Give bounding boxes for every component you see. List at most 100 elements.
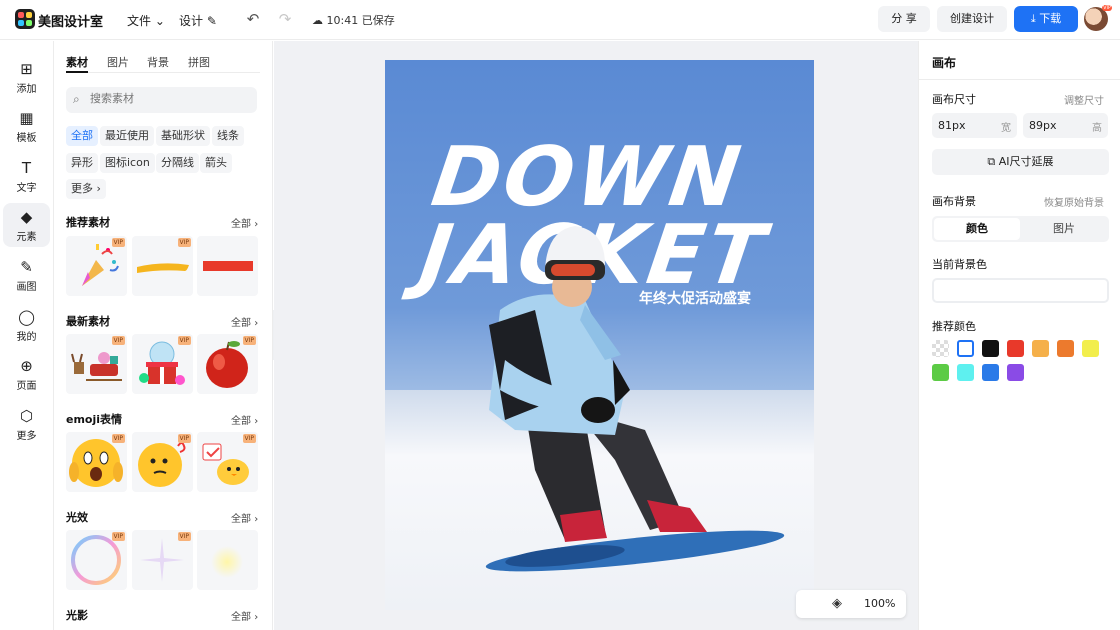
layers-icon[interactable]: ◈ xyxy=(832,596,842,611)
ai-resize-button[interactable]: ⧉ AI尺寸延展 xyxy=(932,149,1109,175)
rail-label: 更多 xyxy=(16,431,37,442)
tab-divider xyxy=(66,72,260,73)
rail-label: 我的 xyxy=(16,332,37,343)
app-brand[interactable]: 美图设计室 xyxy=(38,11,103,30)
undo-icon[interactable]: ↶ xyxy=(244,10,262,28)
zoom-level[interactable]: 100% xyxy=(864,597,895,610)
chip-dividers[interactable]: 分隔线 xyxy=(156,153,199,173)
chip-arrows[interactable]: 箭头 xyxy=(200,153,232,173)
see-all-link[interactable]: 全部 › xyxy=(231,510,258,525)
swatch-orange[interactable] xyxy=(1057,340,1074,357)
asset-thumb-emoji-think[interactable]: VIP xyxy=(132,432,193,492)
swatch-transparent[interactable] xyxy=(932,340,949,357)
chip-recent[interactable]: 最近使用 xyxy=(100,126,154,146)
asset-thumb-red-bar[interactable] xyxy=(197,236,258,296)
current-bg-color-field[interactable] xyxy=(932,278,1109,303)
design-menu[interactable]: 设计 ✎ xyxy=(179,12,217,29)
asset-thumb-glow[interactable] xyxy=(197,530,258,590)
tab-images[interactable]: 图片 xyxy=(107,54,129,70)
save-status-text: 10:41 已保存 xyxy=(326,14,395,27)
asset-thumb-apple[interactable]: VIP xyxy=(197,334,258,394)
search-input[interactable] xyxy=(90,92,240,105)
text-icon: T xyxy=(21,159,32,177)
asset-thumb-confetti[interactable]: VIP xyxy=(66,236,127,296)
swatch-red[interactable] xyxy=(1007,340,1024,357)
see-all-label: 全部 xyxy=(231,416,251,427)
chip-more-label: 更多 xyxy=(71,182,93,195)
see-all-link[interactable]: 全部 › xyxy=(231,608,258,623)
swatch-yellow[interactable] xyxy=(1082,340,1099,357)
see-all-link[interactable]: 全部 › xyxy=(231,215,258,230)
see-all-label: 全部 xyxy=(231,612,251,623)
chip-more[interactable]: 更多 › xyxy=(66,179,106,199)
see-all-link[interactable]: 全部 › xyxy=(231,412,258,427)
user-avatar[interactable]: VIP xyxy=(1084,5,1112,31)
tab-materials[interactable]: 素材 xyxy=(66,54,88,70)
snowboarder-photo[interactable] xyxy=(385,60,814,610)
chip-lines[interactable]: 线条 xyxy=(212,126,244,146)
chip-icons[interactable]: 图标icon xyxy=(100,153,155,173)
adjust-size-link[interactable]: 调整尺寸 xyxy=(1064,92,1104,107)
swatch-blue[interactable] xyxy=(982,364,999,381)
property-panel: 画布 画布尺寸 调整尺寸 81px 宽 89px 高 ⧉ AI尺寸延展 画布背景… xyxy=(918,41,1120,630)
rail-label: 模板 xyxy=(16,133,37,144)
rail-item-more[interactable]: ⬡ 更多 xyxy=(3,402,50,446)
design-menu-label: 设计 xyxy=(179,14,204,28)
chevron-right-icon: › xyxy=(96,182,101,195)
swatch-green[interactable] xyxy=(932,364,949,381)
editor-stage[interactable]: DOWN JACKET 年终大促活动盛宴 xyxy=(274,41,918,630)
rail-label: 添加 xyxy=(16,84,37,95)
file-menu[interactable]: 文件 ⌄ xyxy=(127,12,165,29)
rail-item-text[interactable]: T 文字 xyxy=(3,154,50,198)
edit-icon: ✎ xyxy=(206,14,217,28)
chevron-down-icon: ⌄ xyxy=(154,14,165,28)
swatch-light-orange[interactable] xyxy=(1032,340,1049,357)
seg-image[interactable]: 图片 xyxy=(1021,218,1107,240)
tab-backgrounds[interactable]: 背景 xyxy=(147,54,169,70)
template-icon: ▦ xyxy=(19,109,34,127)
app-logo-icon[interactable] xyxy=(15,9,35,29)
tab-collage[interactable]: 拼图 xyxy=(188,54,210,70)
asset-thumb-emoji-chick[interactable]: VIP xyxy=(197,432,258,492)
height-unit: 高 xyxy=(1092,123,1102,134)
create-design-button[interactable]: 创建设计 xyxy=(937,6,1007,32)
seg-color[interactable]: 颜色 xyxy=(934,218,1020,240)
rail-item-template[interactable]: ▦ 模板 xyxy=(3,104,50,148)
rail-item-add[interactable]: ⊞ 添加 xyxy=(3,55,50,99)
asset-panel: 素材 图片 背景 拼图 ⌕ 全部 最近使用 基础形状 线条 异形 图标icon … xyxy=(55,41,273,630)
see-all-link[interactable]: 全部 › xyxy=(231,314,258,329)
redo-icon[interactable]: ↷ xyxy=(276,10,294,28)
rail-item-draw[interactable]: ✎ 画图 xyxy=(3,253,50,297)
swatch-purple[interactable] xyxy=(1007,364,1024,381)
rail-item-elements[interactable]: ◆ 元素 xyxy=(3,203,50,247)
rail-item-mine[interactable]: ◯ 我的 xyxy=(3,303,50,347)
panel-divider xyxy=(919,79,1120,80)
chevron-right-icon: › xyxy=(254,416,259,427)
width-field[interactable]: 81px 宽 xyxy=(932,113,1017,138)
section-title: 光影 xyxy=(66,609,88,622)
rail-item-pages[interactable]: ⊕ 页面 xyxy=(3,352,50,396)
chip-basic-shapes[interactable]: 基础形状 xyxy=(156,126,210,146)
glow-icon xyxy=(211,546,243,578)
restore-background-link[interactable]: 恢复原始背景 xyxy=(1044,194,1104,209)
asset-search[interactable]: ⌕ xyxy=(66,87,257,113)
zoom-toolbar: ◈ 100% xyxy=(796,590,906,618)
swatch-white[interactable] xyxy=(957,340,974,357)
file-menu-label: 文件 xyxy=(127,14,152,28)
asset-thumb-brush[interactable]: VIP xyxy=(132,236,193,296)
asset-thumb-snowglobe[interactable]: VIP xyxy=(132,334,193,394)
chip-irregular[interactable]: 异形 xyxy=(66,153,98,173)
user-icon: ◯ xyxy=(18,308,35,326)
asset-thumb-sleigh[interactable]: VIP xyxy=(66,334,127,394)
height-field[interactable]: 89px 高 xyxy=(1023,113,1108,138)
design-canvas[interactable]: DOWN JACKET 年终大促活动盛宴 xyxy=(385,60,814,610)
swatch-black[interactable] xyxy=(982,340,999,357)
asset-thumb-emoji-shock[interactable]: VIP xyxy=(66,432,127,492)
swatch-cyan[interactable] xyxy=(957,364,974,381)
chip-all[interactable]: 全部 xyxy=(66,126,98,146)
share-button[interactable]: 分 享 xyxy=(878,6,930,32)
vip-badge: VIP xyxy=(177,238,191,247)
asset-thumb-bubble[interactable]: VIP xyxy=(66,530,127,590)
asset-thumb-sparkle[interactable]: VIP xyxy=(132,530,193,590)
download-button[interactable]: ⤓ 下载 xyxy=(1014,6,1078,32)
